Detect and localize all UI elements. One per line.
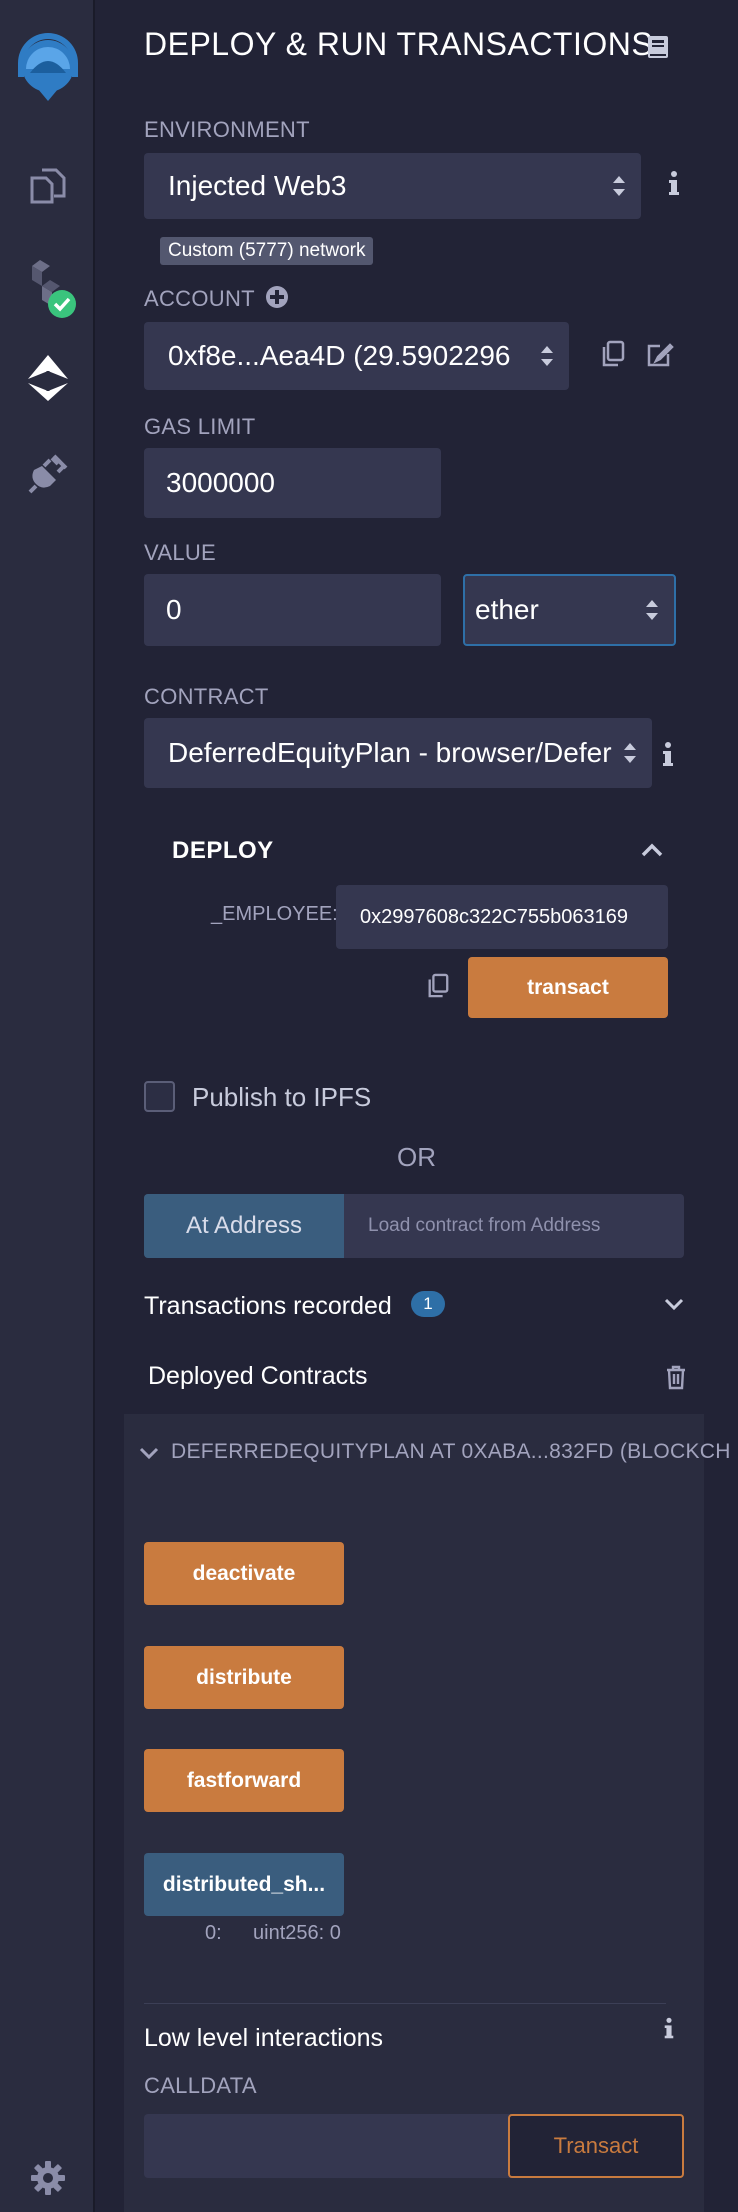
account-select[interactable]: 0xf8e...Aea4D (29.5902296 (144, 322, 569, 390)
distribute-button[interactable]: distribute (144, 1646, 344, 1709)
edit-icon[interactable] (646, 340, 674, 373)
chevron-up-icon[interactable] (641, 843, 663, 862)
environment-label: ENVIRONMENT (144, 117, 310, 142)
account-value: 0xf8e...Aea4D (29.5902296 (168, 340, 511, 371)
remix-logo-icon[interactable] (0, 30, 95, 110)
at-address-input[interactable]: Load contract from Address (368, 1194, 600, 1258)
value-unit: ether (475, 594, 539, 625)
low-level-info-icon[interactable] (663, 2016, 675, 2045)
copy-icon[interactable] (600, 340, 626, 373)
calldata-transact-button[interactable]: Transact (508, 2114, 684, 2178)
value-input[interactable]: 0 (144, 574, 441, 646)
transactions-recorded-label[interactable]: Transactions recorded (144, 1292, 392, 1321)
low-level-interactions-label: Low level interactions (144, 2024, 384, 2052)
fastforward-button[interactable]: fastforward (144, 1749, 344, 1812)
select-arrows-icon (624, 743, 636, 763)
publish-ipfs-label: Publish to IPFS (192, 1082, 372, 1112)
deploy-title: DEPLOY (172, 837, 274, 864)
contract-info-icon[interactable] (661, 741, 675, 772)
contract-label: CONTRACT (144, 684, 269, 709)
deploy-transact-button[interactable]: transact (468, 957, 668, 1018)
environment-value: Injected Web3 (168, 170, 347, 201)
instance-chevron-down-icon[interactable] (139, 1446, 159, 1465)
settings-icon[interactable] (0, 2158, 95, 2198)
contract-select[interactable]: DeferredEquityPlan - browser/Defer (144, 718, 652, 788)
deploy-run-icon[interactable] (0, 352, 95, 404)
account-label: ACCOUNT (144, 286, 255, 311)
employee-param-label: _EMPLOYEE: (211, 903, 338, 925)
divider (144, 2003, 666, 2004)
contract-instance-title[interactable]: DEFERREDEQUITYPLAN AT 0XABA...832FD (BLO… (171, 1440, 738, 1464)
info-icon[interactable] (667, 170, 681, 201)
or-divider-text: OR (397, 1142, 436, 1172)
network-badge: Custom (5777) network (160, 237, 374, 265)
publish-ipfs-checkbox[interactable] (144, 1081, 175, 1112)
page-title: DEPLOY & RUN TRANSACTIONS (144, 26, 654, 62)
chevron-down-icon[interactable] (664, 1297, 684, 1316)
deactivate-button[interactable]: deactivate (144, 1542, 344, 1605)
deployed-contracts-label: Deployed Contracts (148, 1362, 368, 1390)
select-arrows-icon (613, 176, 625, 196)
calldata-input[interactable] (144, 2114, 514, 2178)
select-arrows-icon (541, 346, 553, 366)
add-account-icon[interactable] (265, 285, 289, 314)
value-label: VALUE (144, 540, 217, 565)
icon-panel (0, 0, 95, 2212)
plugin-manager-icon[interactable] (0, 448, 95, 500)
select-arrows-icon (646, 600, 658, 620)
copy-calldata-icon[interactable] (426, 972, 450, 1005)
distributed-shares-button[interactable]: distributed_sh... (144, 1853, 344, 1916)
at-address-group: At Address Load contract from Address (144, 1194, 684, 1258)
deploy-run-panel: DEPLOY & RUN TRANSACTIONS ENVIRONMENT In… (95, 0, 738, 2212)
contract-value: DeferredEquityPlan - browser/Defer (168, 737, 612, 768)
at-address-button[interactable]: At Address (144, 1194, 344, 1258)
value-unit-select[interactable]: ether (463, 574, 676, 646)
calldata-label: CALLDATA (144, 2073, 257, 2098)
employee-param-input[interactable]: 0x2997608c322C755b063169 (336, 885, 668, 949)
environment-select[interactable]: Injected Web3 (144, 153, 641, 219)
file-explorer-icon[interactable] (0, 160, 95, 212)
book-icon[interactable] (645, 34, 671, 65)
transactions-count-badge: 1 (411, 1291, 445, 1317)
gas-limit-label: GAS LIMIT (144, 414, 256, 439)
solidity-compiler-icon[interactable] (0, 256, 95, 322)
output-index: 0: (205, 1922, 222, 1944)
gas-limit-input[interactable]: 3000000 (144, 448, 441, 518)
trash-icon[interactable] (665, 1364, 687, 1395)
output-value: uint256: 0 (253, 1922, 341, 1944)
